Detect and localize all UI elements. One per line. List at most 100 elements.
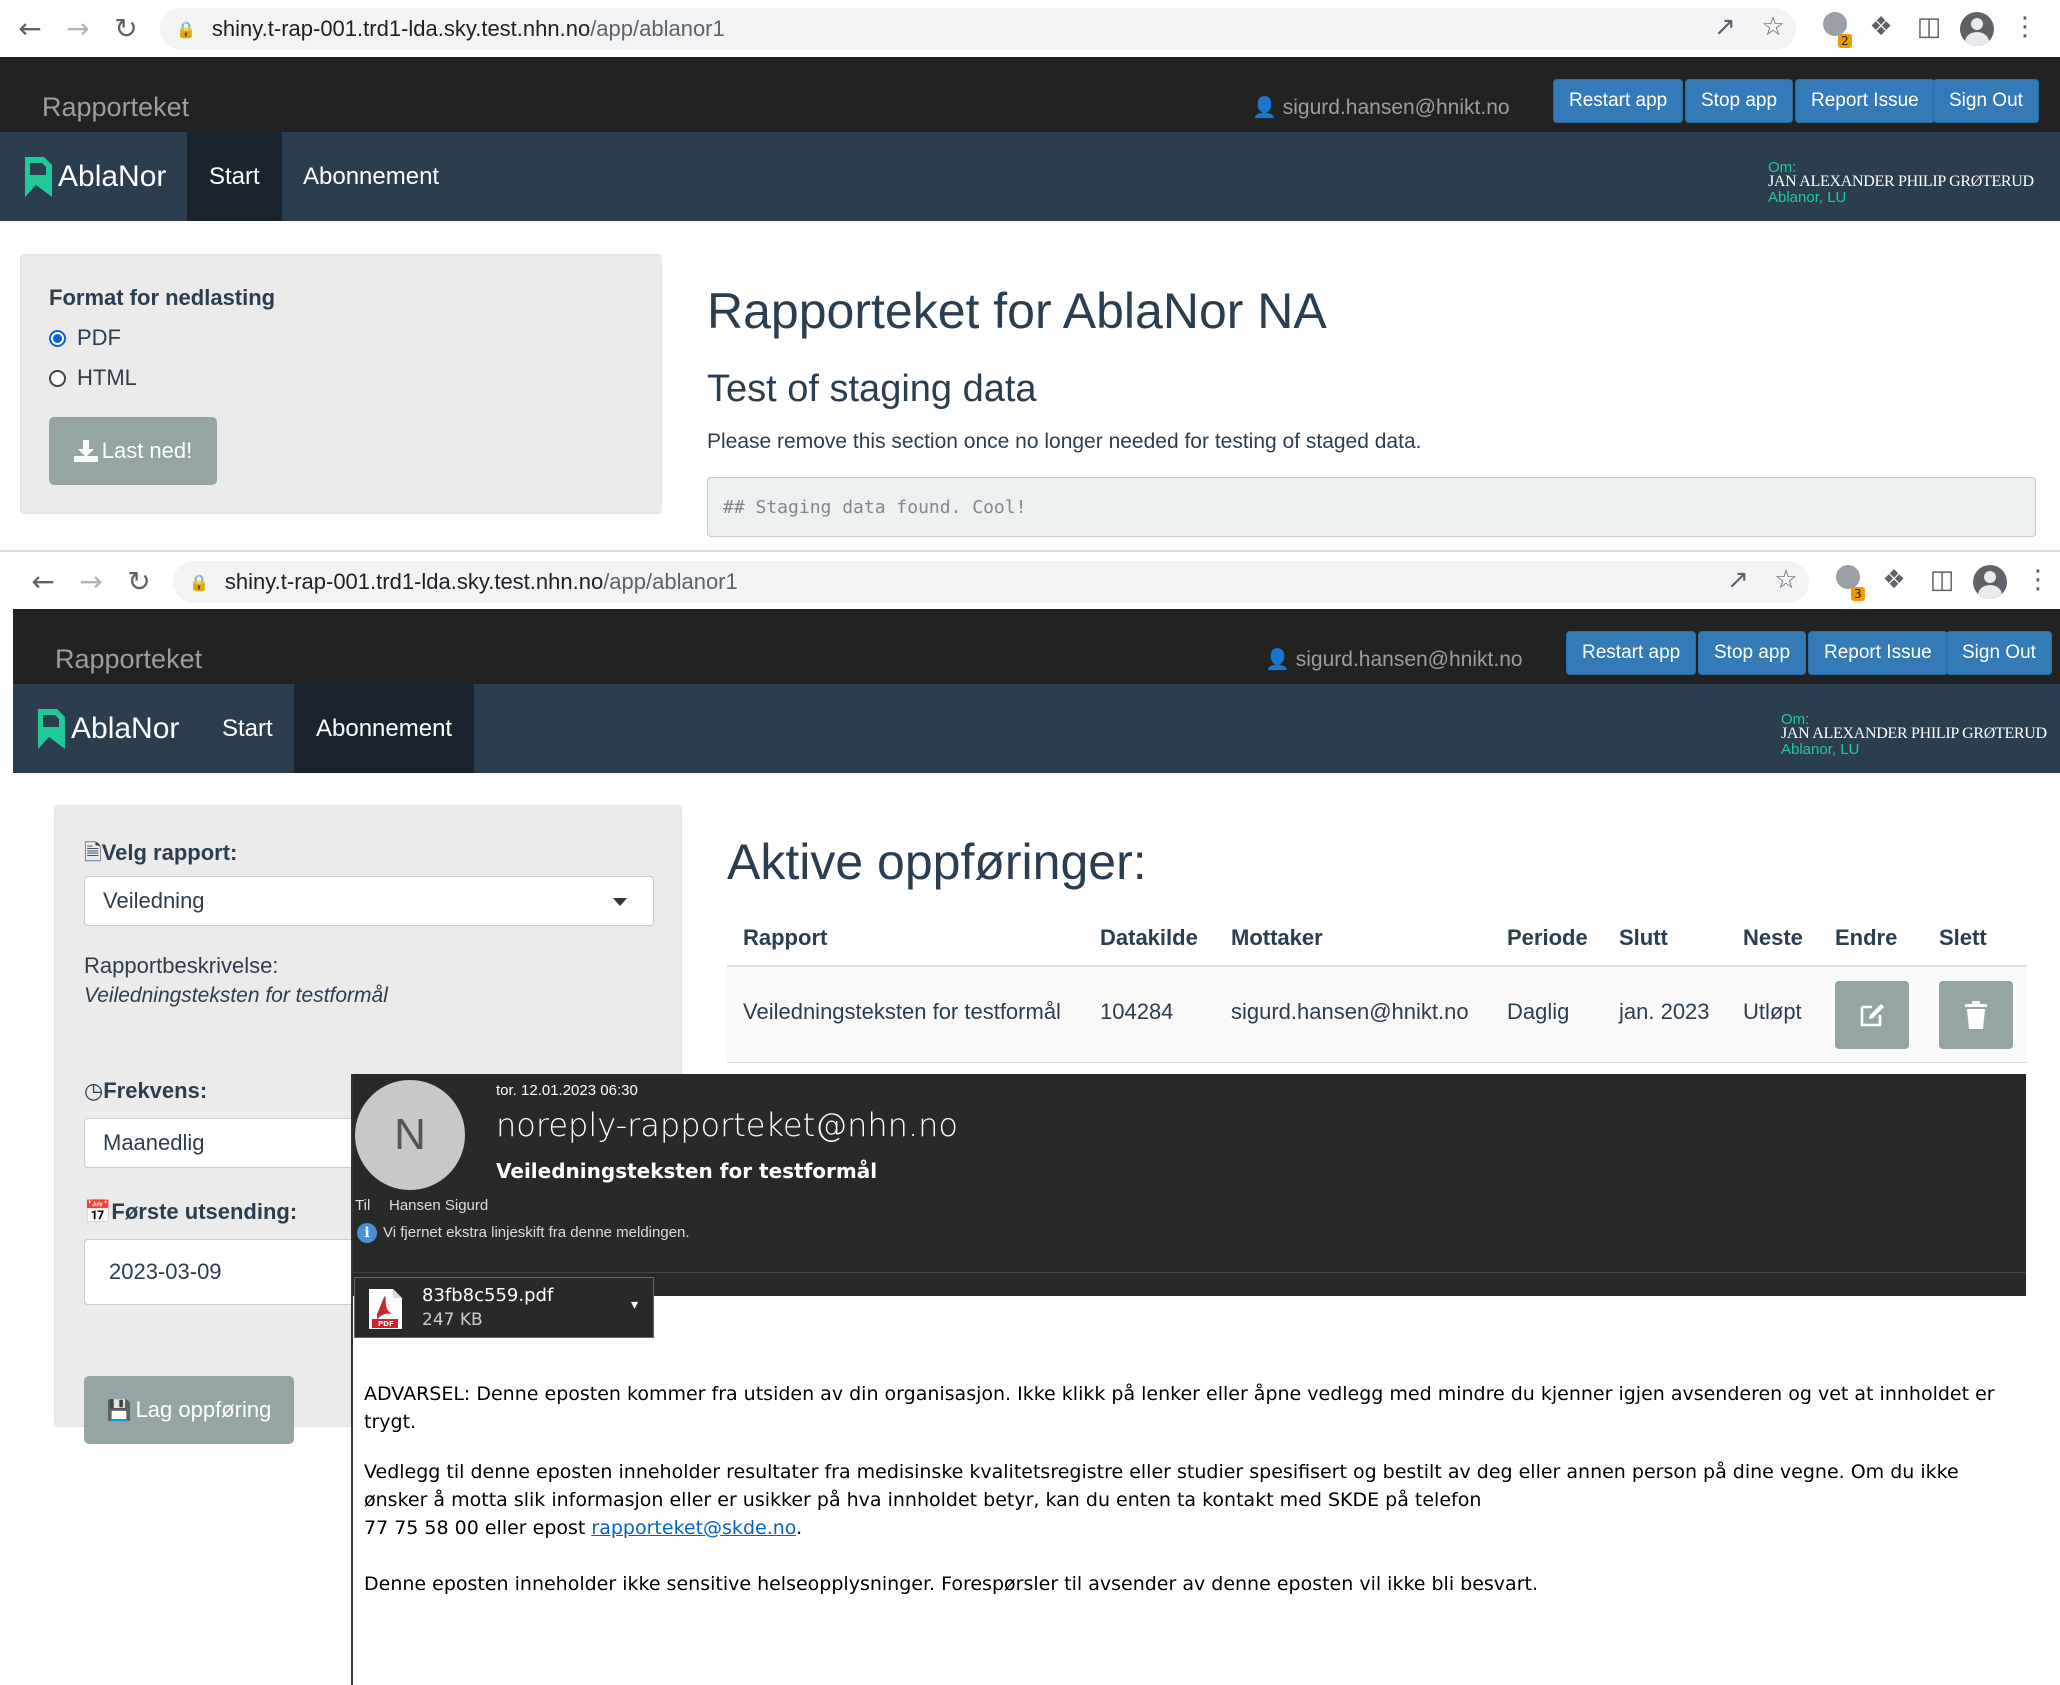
app-navbar: AblaNor Start Abonnement Om: JAN ALEXAND… xyxy=(0,132,2060,221)
url-host: shiny.t-rap-001.trd1-lda.sky.test.nhn.no xyxy=(211,16,591,41)
sender-avatar: N xyxy=(355,1080,465,1190)
sidepanel-icon[interactable]: ◫ xyxy=(1925,565,1959,595)
report-issue-button[interactable]: Report Issue xyxy=(1808,631,1948,675)
frekvens-label: ◷Frekvens: xyxy=(84,1078,208,1104)
page-title: Rapporteket for AblaNor NA xyxy=(707,283,1327,339)
desc-value: Veiledningsteksten for testformål xyxy=(84,984,388,1007)
star-icon[interactable]: ☆ xyxy=(1769,565,1803,595)
chevron-down-icon[interactable]: ▾ xyxy=(631,1296,638,1313)
profile-icon[interactable] xyxy=(1960,12,1994,46)
attachment-size: 247 KB xyxy=(422,1310,483,1330)
address-bar[interactable]: 🔒 shiny.t-rap-001.trd1-lda.sky.test.nhn.… xyxy=(173,561,1809,603)
save-icon: 💾 xyxy=(106,1398,132,1422)
download-button-label: Last ned! xyxy=(101,438,193,463)
email-body-2-suffix: . xyxy=(796,1517,803,1539)
puzzle-icon[interactable]: ❖ xyxy=(1877,565,1911,595)
star-icon[interactable]: ☆ xyxy=(1756,12,1790,42)
url-text[interactable]: shiny.t-rap-001.trd1-lda.sky.test.nhn.no… xyxy=(225,569,738,595)
email-message: N tor. 12.01.2023 06:30 noreply-rapporte… xyxy=(351,1074,2026,1685)
restart-app-button[interactable]: Restart app xyxy=(1566,631,1697,675)
email-from[interactable]: noreply-rapporteket@nhn.no xyxy=(496,1106,958,1144)
puzzle-icon[interactable]: ❖ xyxy=(1864,12,1898,42)
attachment-name: 83fb8c559.pdf xyxy=(422,1285,554,1306)
url-host: shiny.t-rap-001.trd1-lda.sky.test.nhn.no xyxy=(224,569,604,594)
screenshot-separator xyxy=(0,550,2060,552)
download-button[interactable]: Last ned! xyxy=(49,417,217,485)
back-icon[interactable]: ← xyxy=(6,12,54,45)
user-org: Ablanor, LU xyxy=(1768,189,1847,206)
menu-icon[interactable]: ⋮ xyxy=(2021,565,2055,595)
email-header: N tor. 12.01.2023 06:30 noreply-rapporte… xyxy=(353,1074,2026,1296)
radio-html-circle[interactable] xyxy=(49,369,66,387)
cell-mottaker: sigurd.hansen@hnikt.no xyxy=(1231,999,1469,1024)
user-icon: 👤 xyxy=(1265,647,1290,671)
tab-start[interactable]: Start xyxy=(200,684,295,773)
url-path: /app/ablanor1 xyxy=(590,16,725,41)
stop-app-button[interactable]: Stop app xyxy=(1698,631,1807,675)
cell-periode: Daglig xyxy=(1507,999,1570,1024)
menu-icon[interactable]: ⋮ xyxy=(2008,12,2042,42)
col-periode: Periode xyxy=(1507,925,1588,950)
extension-badge: 2 xyxy=(1838,34,1852,48)
share-icon[interactable]: ↗ xyxy=(1721,565,1755,595)
ablanor-logo-icon xyxy=(25,157,52,197)
profile-icon[interactable] xyxy=(1973,565,2007,599)
extension-badge: 3 xyxy=(1851,587,1865,601)
url-text[interactable]: shiny.t-rap-001.trd1-lda.sky.test.nhn.no… xyxy=(212,16,725,42)
col-mottaker: Mottaker xyxy=(1231,925,1323,950)
radio-pdf[interactable]: PDF xyxy=(49,325,121,351)
radio-pdf-circle[interactable] xyxy=(49,329,66,347)
edit-icon xyxy=(1860,1004,1884,1027)
browser-window-2: ← → ↻ 🔒 shiny.t-rap-001.trd1-lda.sky.tes… xyxy=(0,553,2060,1685)
url-path: /app/ablanor1 xyxy=(603,569,738,594)
cell-slutt: jan. 2023 xyxy=(1619,999,1710,1024)
col-datakilde: Datakilde xyxy=(1100,925,1198,950)
to-value[interactable]: Hansen Sigurd xyxy=(389,1197,488,1214)
chevron-down-icon[interactable] xyxy=(613,898,627,906)
velg-rapport-label: 🗎Velg rapport: xyxy=(84,840,238,866)
sign-out-button[interactable]: Sign Out xyxy=(1946,631,2052,675)
staging-paragraph: Please remove this section once no longe… xyxy=(707,430,1422,453)
address-bar[interactable]: 🔒 shiny.t-rap-001.trd1-lda.sky.test.nhn.… xyxy=(160,8,1796,50)
tab-abonnement[interactable]: Abonnement xyxy=(281,132,461,221)
app-name[interactable]: AblaNor xyxy=(58,132,166,221)
share-icon[interactable]: ↗ xyxy=(1708,12,1742,42)
lag-oppforing-button[interactable]: 💾 Lag oppføring xyxy=(84,1376,294,1444)
clock-icon: ◷ xyxy=(84,1079,104,1104)
forste-utsending-label: 📅Første utsending: xyxy=(84,1199,298,1225)
col-rapport: Rapport xyxy=(743,925,828,950)
radio-html[interactable]: HTML xyxy=(49,365,137,391)
reload-icon[interactable]: ↻ xyxy=(102,12,150,45)
sidepanel-icon[interactable]: ◫ xyxy=(1912,12,1946,42)
email-link[interactable]: rapporteket@skde.no xyxy=(591,1517,796,1539)
subscription-table: Rapport Datakilde Mottaker Periode Slutt… xyxy=(727,903,2027,1083)
back-icon[interactable]: ← xyxy=(19,565,67,598)
report-issue-button[interactable]: Report Issue xyxy=(1795,79,1935,123)
download-icon xyxy=(73,440,98,462)
radio-pdf-label: PDF xyxy=(77,325,121,350)
forward-icon[interactable]: → xyxy=(54,12,102,45)
restart-app-button[interactable]: Restart app xyxy=(1553,79,1684,123)
sign-out-button[interactable]: Sign Out xyxy=(1933,79,2039,123)
reload-icon[interactable]: ↻ xyxy=(115,565,163,598)
user-email: sigurd.hansen@hnikt.no xyxy=(1295,648,1523,671)
cell-datakilde: 104284 xyxy=(1100,999,1174,1024)
lag-oppforing-label: Lag oppføring xyxy=(135,1397,272,1422)
code-text: ## Staging data found. Cool! xyxy=(723,496,1027,518)
tab-abonnement[interactable]: Abonnement xyxy=(294,684,475,773)
trash-icon xyxy=(1965,1001,1987,1029)
info-icon: i xyxy=(357,1223,377,1243)
email-body-2-prefix: 77 75 58 00 eller epost xyxy=(364,1517,592,1539)
browser-window-1: ← → ↻ 🔒 shiny.t-rap-001.trd1-lda.sky.tes… xyxy=(0,0,2060,550)
attachment-card[interactable]: PDF 83fb8c559.pdf 247 KB ▾ xyxy=(354,1277,654,1338)
edit-button[interactable] xyxy=(1835,981,1909,1049)
delete-button[interactable] xyxy=(1939,981,2013,1049)
tab-start[interactable]: Start xyxy=(187,132,282,221)
file-icon: 🗎 xyxy=(84,841,102,866)
report-select[interactable]: Veiledning xyxy=(84,876,654,926)
lock-icon: 🔒 xyxy=(189,572,209,592)
app-name[interactable]: AblaNor xyxy=(71,684,179,773)
stop-app-button[interactable]: Stop app xyxy=(1685,79,1794,123)
user-email: sigurd.hansen@hnikt.no xyxy=(1282,96,1510,119)
forward-icon[interactable]: → xyxy=(67,565,115,598)
